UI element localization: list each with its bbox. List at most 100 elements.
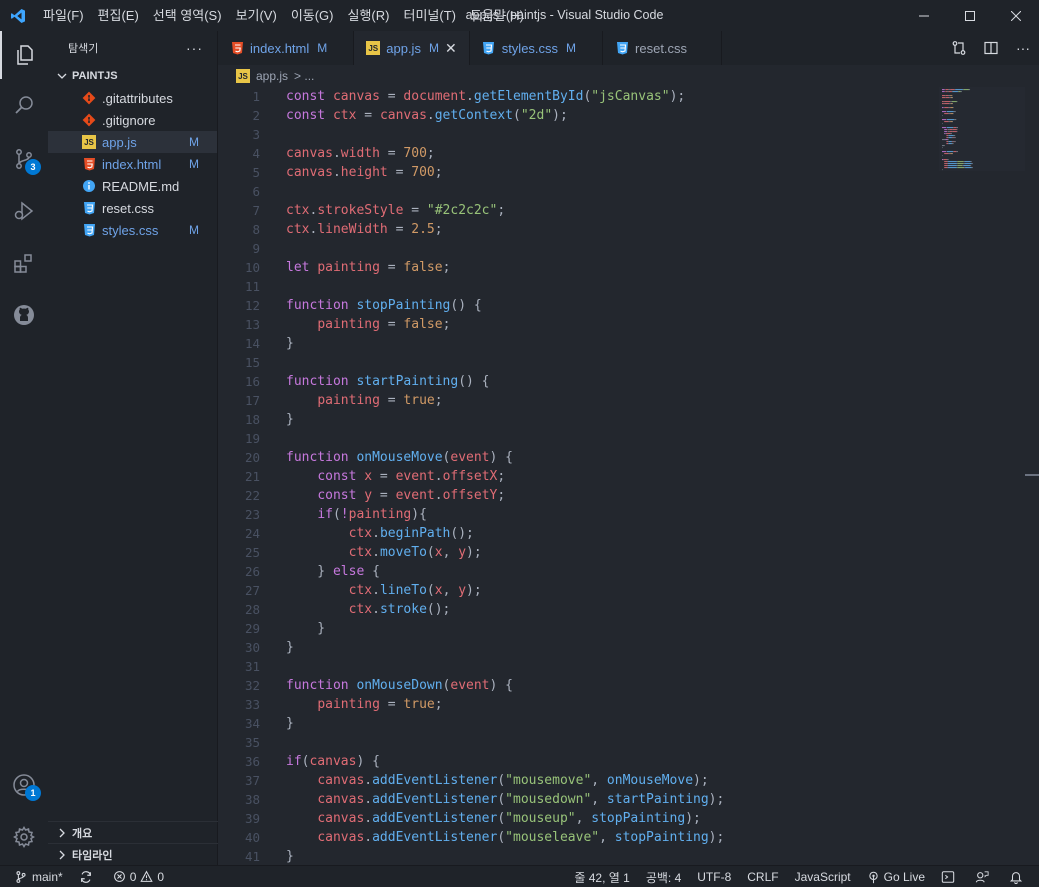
css-icon: [82, 201, 96, 215]
line-number: 8: [252, 222, 260, 237]
scrollbar-cursor-marker[interactable]: [1025, 474, 1039, 476]
minimap-stroke: [964, 167, 966, 169]
minimap-stroke: [946, 91, 949, 93]
minimap-stroke: [945, 89, 949, 91]
line-code: const x = event.offsetX;: [286, 467, 505, 486]
code-token: ();: [450, 526, 474, 541]
line-code: canvas.addEventListener("mousemove", onM…: [286, 771, 709, 790]
code-token: );: [466, 583, 482, 598]
code-token: addEventListener: [372, 792, 498, 807]
github-button[interactable]: [0, 291, 48, 339]
line-code: let painting = false;: [286, 258, 450, 277]
file-name: index.html: [102, 156, 162, 172]
minimap-stroke: [953, 111, 956, 113]
open-changes-button[interactable]: [943, 31, 975, 65]
status-bar: main* 0 0 줄 42, 열 1 공백: 4 UTF-8 CRLF Jav…: [0, 865, 1039, 887]
cursor-position[interactable]: 줄 42, 열 1: [566, 866, 637, 887]
title-bar: 파일(F) 편집(E) 선택 영역(S) 보기(V) 이동(G) 실행(R) 터…: [0, 0, 1039, 31]
breadcrumb-file[interactable]: app.js: [256, 69, 288, 83]
problems-indicator[interactable]: 0 0: [105, 866, 172, 887]
indentation[interactable]: 공백: 4: [638, 866, 689, 887]
menu-go[interactable]: 이동(G): [284, 0, 341, 31]
search-button[interactable]: [0, 81, 48, 129]
menu-help[interactable]: 도움말(H): [463, 0, 531, 31]
file-item[interactable]: index.html M: [48, 153, 217, 175]
code-token: onMouseMove: [356, 450, 443, 465]
accounts-button[interactable]: 1: [0, 761, 48, 809]
minimap-stroke: [947, 167, 949, 169]
close-tab-icon[interactable]: ✕: [445, 40, 457, 57]
minimize-button[interactable]: [901, 0, 947, 31]
branch-indicator[interactable]: main*: [14, 866, 71, 887]
minimap-stroke: [956, 131, 958, 133]
terminal-button[interactable]: [933, 866, 967, 887]
code-token: (: [497, 773, 506, 788]
breadcrumb-separator[interactable]: > ...: [294, 69, 314, 83]
tab-reset-css[interactable]: reset.css: [603, 31, 723, 65]
minimap-stroke: [949, 97, 951, 99]
code-token: if: [317, 507, 333, 522]
file-item[interactable]: .gitignore: [48, 109, 217, 131]
maximize-button[interactable]: [947, 0, 993, 31]
code-line: 11: [218, 277, 938, 296]
end-of-line[interactable]: CRLF: [739, 866, 786, 887]
notifications-button[interactable]: [1001, 866, 1039, 887]
explorer-sidebar: 탐색기 ··· PAINTJS .gitattributes .gitignore…: [48, 31, 218, 865]
encoding[interactable]: UTF-8: [689, 866, 739, 887]
code-token: "mouseleave": [505, 830, 600, 845]
feedback-button[interactable]: [967, 866, 1001, 887]
tab-app-js[interactable]: JS app.js M ✕: [354, 31, 470, 65]
file-item[interactable]: README.md: [48, 175, 217, 197]
minimap-stroke: [947, 129, 949, 131]
go-live-button[interactable]: Go Live: [859, 866, 933, 887]
code-token: ;: [442, 260, 451, 275]
file-item[interactable]: JS app.js M: [48, 131, 217, 153]
code-token: .: [372, 545, 380, 560]
close-window-button[interactable]: [993, 0, 1039, 31]
folder-paintjs[interactable]: PAINTJS: [48, 65, 217, 87]
timeline-section[interactable]: 타임라인: [48, 843, 218, 865]
code-editor[interactable]: 1 const canvas = document.getElementById(…: [218, 87, 1039, 865]
code-token: width: [340, 146, 380, 161]
file-item[interactable]: .gitattributes: [48, 87, 217, 109]
menu-view[interactable]: 보기(V): [229, 0, 284, 31]
line-code: ctx.lineTo(x, y);: [286, 581, 482, 600]
split-editor-button[interactable]: [975, 31, 1007, 65]
tab-styles-css[interactable]: styles.css M: [470, 31, 604, 65]
menu-terminal[interactable]: 터미널(T): [396, 0, 462, 31]
code-token: );: [693, 773, 709, 788]
minimap-stroke: [954, 141, 955, 143]
minimap-stroke: [943, 159, 944, 161]
manage-button[interactable]: [0, 813, 48, 861]
code-token: (: [426, 545, 435, 560]
line-code: canvas.width = 700;: [286, 144, 435, 163]
minimap-stroke: [942, 103, 944, 105]
line-number: 18: [244, 412, 260, 427]
more-editor-actions-button[interactable]: ···: [1007, 31, 1039, 65]
minimap-stroke: [956, 161, 958, 163]
tab-index-html[interactable]: index.html M: [218, 31, 355, 65]
outline-section[interactable]: 개요: [48, 821, 218, 843]
language-mode[interactable]: JavaScript: [787, 866, 859, 887]
code-line: 29 }: [218, 619, 938, 638]
menu-edit[interactable]: 편집(E): [91, 0, 146, 31]
file-item[interactable]: reset.css: [48, 197, 217, 219]
run-debug-button[interactable]: [0, 187, 48, 235]
code-token: (: [426, 583, 435, 598]
source-control-button[interactable]: 3: [0, 135, 48, 183]
menu-run[interactable]: 실행(R): [341, 0, 397, 31]
menu-file[interactable]: 파일(F): [36, 0, 91, 31]
compare-changes-icon: [952, 41, 966, 55]
extensions-button[interactable]: [0, 239, 48, 287]
minimap-stroke: [956, 167, 958, 169]
minimap[interactable]: [939, 87, 1025, 173]
file-item[interactable]: styles.css M: [48, 219, 217, 241]
code-token: .: [372, 583, 380, 598]
more-actions-icon[interactable]: ···: [186, 40, 203, 56]
code-token: (: [497, 792, 506, 807]
tab-label: app.js: [386, 40, 421, 56]
sync-button[interactable]: [71, 866, 105, 887]
explorer-button[interactable]: [0, 31, 48, 79]
menu-selection[interactable]: 선택 영역(S): [146, 0, 229, 31]
